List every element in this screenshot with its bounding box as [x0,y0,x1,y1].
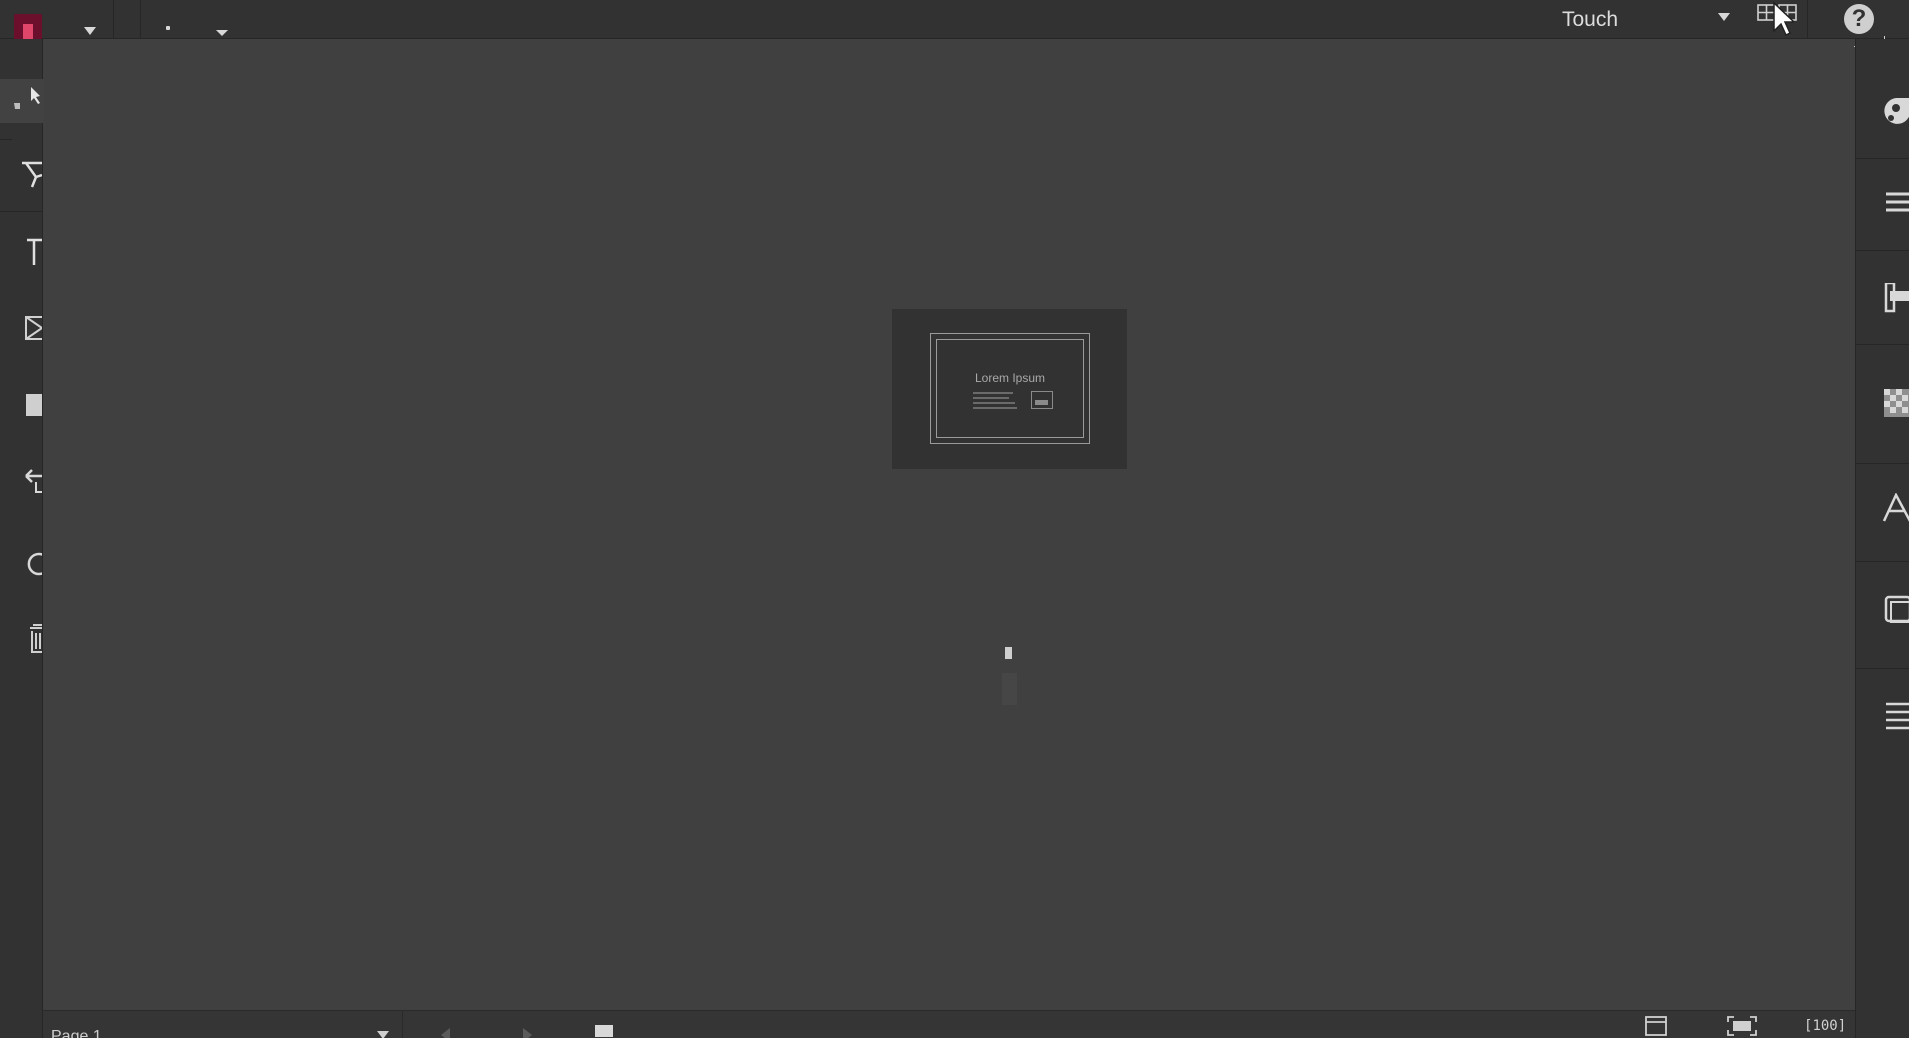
tool-rotate[interactable] [0,541,43,585]
tool-frame[interactable] [0,306,43,350]
text-icon [27,238,42,265]
dock-transparency[interactable] [1856,357,1909,447]
workspace-label: Touch [1562,8,1619,31]
app-window: Touch ? Lorem Ipsum Page 1 [100] [0,0,1909,1038]
app-menu-chevron-down-icon[interactable] [84,27,96,35]
dock-stroke[interactable] [1856,670,1909,760]
dock-character[interactable] [1856,463,1909,553]
dock-paragraph[interactable] [1856,160,1909,250]
document-canvas[interactable] [44,40,1854,1010]
app-logo[interactable] [14,14,42,40]
divider [1856,158,1909,159]
mouse-cursor-icon [1773,1,1794,37]
help-icon[interactable]: ? [1844,4,1874,34]
left-toolbar [0,39,54,1038]
status-bar: Page 1 [100] [43,1010,1855,1038]
document-preview-thumbnail[interactable]: Lorem Ipsum [892,309,1127,469]
view-mode-icon[interactable] [1644,1015,1668,1037]
tool-options-icon[interactable] [166,26,170,30]
pen-node-icon [22,161,42,188]
transparency-checker-icon [1884,389,1909,417]
tool-text[interactable] [0,229,43,273]
divider [1856,344,1909,345]
preview-placeholder-lines [973,392,1017,412]
loading-bar [1002,673,1017,705]
color-palette-icon [1884,98,1909,124]
tool-rectangle[interactable] [0,383,43,427]
dock-color[interactable] [1856,64,1909,154]
divider [0,211,43,212]
previous-page-icon[interactable] [441,1028,450,1038]
rotate-icon [27,552,42,576]
chevron-down-icon [377,1031,389,1038]
pan-arrow-icon [25,469,42,493]
loading-indicator [1005,647,1012,659]
preview-frame: Lorem Ipsum [930,333,1090,444]
pages-icon [1884,595,1909,623]
preview-inner-frame: Lorem Ipsum [936,339,1084,438]
right-panel-dock [1855,39,1909,1038]
divider [1856,668,1909,669]
layers-icon [1884,283,1909,313]
stroke-lines-icon [1886,702,1909,730]
hand-touch-icon [14,87,40,109]
tool-pan[interactable] [0,456,43,500]
page-selector[interactable]: Page 1 [43,1011,403,1038]
dock-layers[interactable] [1856,253,1909,343]
top-toolbar: Touch ? [0,0,1909,40]
divider [113,0,114,38]
character-icon [1882,493,1909,522]
divider [1807,0,1808,38]
divider [0,139,12,140]
rectangle-icon [26,394,42,416]
trash-icon [30,624,42,653]
tool-pen-node[interactable] [0,151,43,195]
divider [140,0,141,38]
paragraph-lines-icon [1886,192,1909,212]
chevron-down-icon [1718,13,1730,21]
image-placeholder-icon [1031,391,1053,409]
fit-page-icon[interactable] [1726,1015,1758,1037]
next-page-icon[interactable] [523,1028,532,1038]
page-label: Page 1 [51,1028,102,1038]
tool-trash[interactable] [0,614,43,658]
tool-options-chevron-down-icon[interactable] [216,30,228,36]
workspace-switcher[interactable]: Touch [1515,0,1735,38]
actual-size-icon[interactable]: [100] [1804,1015,1846,1037]
divider [1856,250,1909,251]
preview-title: Lorem Ipsum [974,371,1046,385]
divider [1856,561,1909,562]
page-marker-icon[interactable] [595,1025,613,1037]
frame-icon [25,316,42,340]
dock-pages[interactable] [1856,565,1909,655]
